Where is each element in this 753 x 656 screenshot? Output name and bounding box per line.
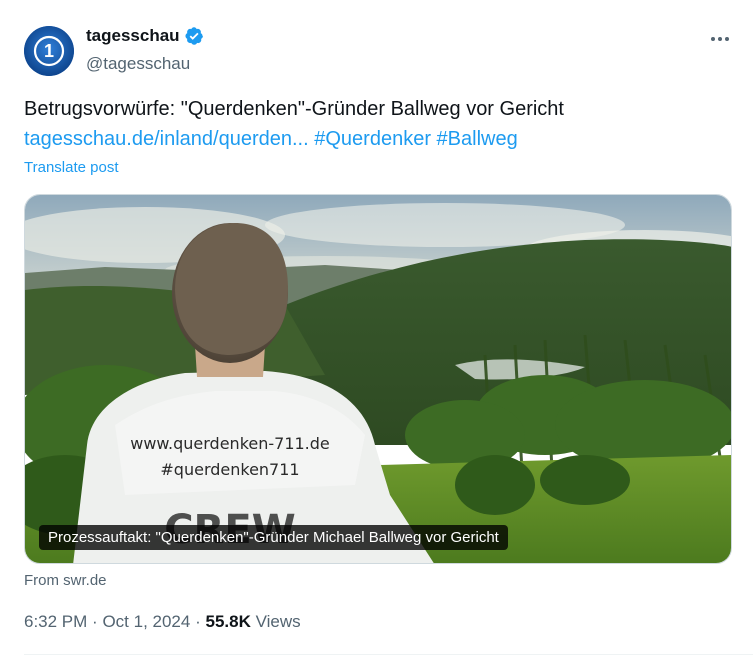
- media-caption: Prozessauftakt: "Querdenken"-Gründer Mic…: [39, 525, 508, 550]
- media-card[interactable]: www.querdenken-711.de #querdenken711 CRE…: [24, 194, 732, 564]
- tagesschau-logo-icon: 1: [24, 26, 74, 76]
- post-meta: 6:32 PM · Oct 1, 2024 · 55.8K Views: [24, 612, 301, 632]
- more-options-button[interactable]: [706, 28, 734, 50]
- tweet-text: Betrugsvorwürfe: "Querdenken"-Gründer Ba…: [24, 98, 564, 120]
- tweet-links-row: tagesschau.de/inland/querden... #Querden…: [24, 126, 518, 152]
- shirt-text-hashtag: #querdenken711: [160, 460, 299, 479]
- svg-text:1: 1: [44, 41, 54, 61]
- verified-badge-icon: [185, 27, 203, 45]
- hashtag-ballweg[interactable]: #Ballweg: [437, 128, 518, 150]
- meta-separator: ·: [92, 612, 98, 631]
- shirt-text-website: www.querdenken-711.de: [130, 434, 330, 453]
- media-source[interactable]: From swr.de: [24, 572, 107, 589]
- more-dots-icon: [711, 37, 729, 41]
- author-name-row[interactable]: tagesschau: [86, 26, 204, 46]
- post-time[interactable]: 6:32 PM: [24, 612, 87, 631]
- translate-post-link[interactable]: Translate post: [24, 159, 119, 176]
- post-date[interactable]: Oct 1, 2024: [102, 612, 190, 631]
- divider: [24, 654, 753, 655]
- views-label: Views: [255, 612, 301, 631]
- video-still-image: www.querdenken-711.de #querdenken711 CRE…: [25, 195, 731, 563]
- author-handle[interactable]: @tagesschau: [86, 54, 190, 74]
- views-count: 55.8K: [205, 612, 251, 631]
- avatar[interactable]: 1: [24, 26, 74, 76]
- article-link[interactable]: tagesschau.de/inland/querden...: [24, 128, 309, 150]
- hashtag-querdenker[interactable]: #Querdenker: [314, 128, 431, 150]
- meta-separator: ·: [195, 612, 201, 631]
- author-display-name[interactable]: tagesschau: [86, 26, 180, 46]
